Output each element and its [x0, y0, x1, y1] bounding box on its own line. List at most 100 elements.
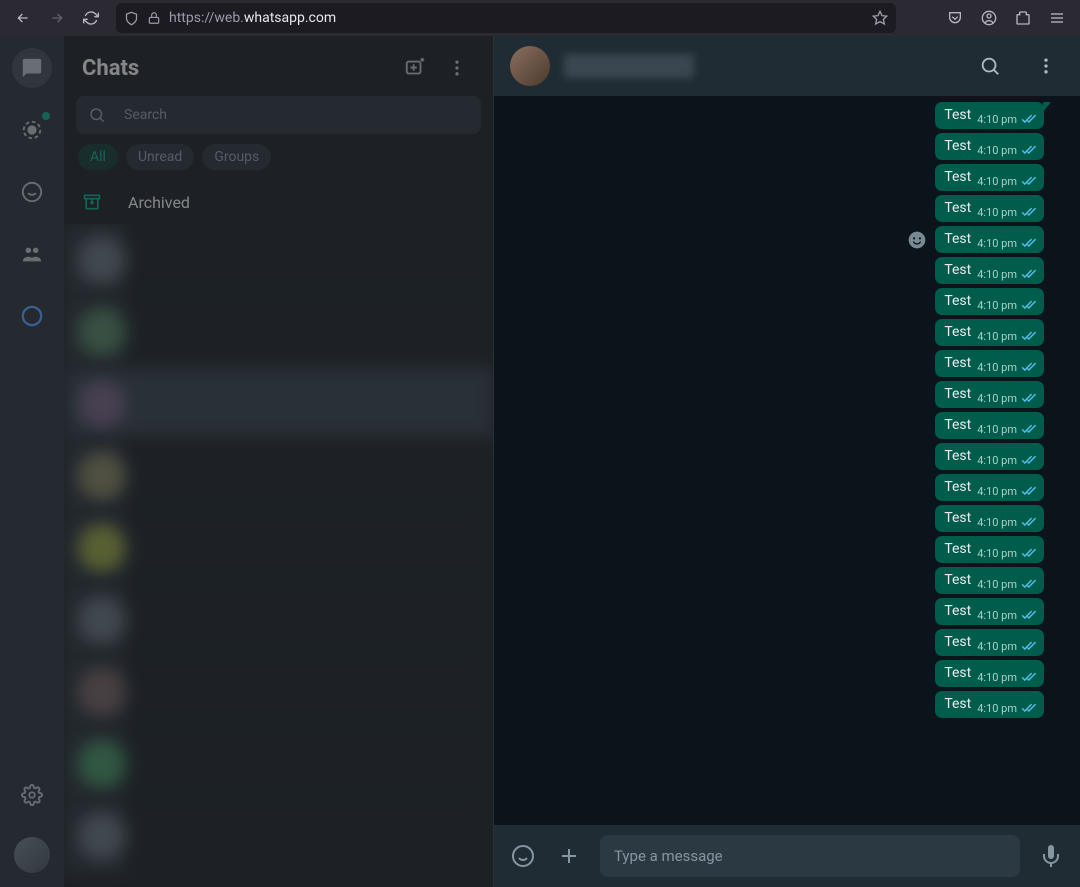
message-bubble[interactable]: Test4:10 pm	[935, 629, 1044, 656]
chat-list[interactable]	[64, 224, 493, 887]
new-chat-icon[interactable]	[397, 50, 433, 86]
read-ticks-icon	[1020, 486, 1036, 497]
pocket-icon[interactable]	[940, 3, 970, 33]
message-bubble[interactable]: Test4:10 pm	[935, 319, 1044, 346]
rail-communities-icon[interactable]	[12, 234, 52, 274]
archived-row[interactable]: Archived	[64, 180, 493, 224]
filter-all[interactable]: All	[78, 144, 118, 170]
chat-row[interactable]	[64, 584, 493, 656]
message-text: Test	[944, 262, 971, 278]
rail-channels-icon[interactable]	[12, 172, 52, 212]
chat-row[interactable]	[64, 296, 493, 368]
rail-chats-icon[interactable]	[12, 48, 52, 88]
message-bubble[interactable]: Test4:10 pm	[935, 257, 1044, 284]
message-row[interactable]: Test4:10 pm	[935, 195, 1044, 222]
emoji-picker-icon[interactable]	[508, 844, 538, 868]
contact-avatar[interactable]	[510, 46, 550, 86]
message-row[interactable]: Test4:10 pm	[935, 660, 1044, 687]
conversation-menu-icon[interactable]	[1028, 48, 1064, 84]
search-input[interactable]	[124, 107, 469, 123]
extensions-icon[interactable]	[1008, 3, 1038, 33]
message-bubble[interactable]: Test4:10 pm	[935, 567, 1044, 594]
message-bubble[interactable]: Test4:10 pm	[935, 505, 1044, 532]
message-row[interactable]: Test 4:10 pm	[935, 164, 1044, 191]
message-bubble[interactable]: Test4:10 pm	[935, 381, 1044, 408]
reload-button[interactable]	[76, 3, 106, 33]
message-row[interactable]: Test4:10 pm	[907, 226, 1044, 253]
message-text: Test	[944, 169, 971, 185]
chat-row[interactable]	[64, 728, 493, 800]
message-row[interactable]: Test4:10 pm	[935, 288, 1044, 315]
message-time: 4:10 pm	[977, 516, 1017, 529]
message-row[interactable]: Test4:10 pm	[935, 629, 1044, 656]
message-row[interactable]: Test4:10 pm	[935, 567, 1044, 594]
message-time: 4:10 pm	[977, 175, 1017, 188]
hamburger-menu-icon[interactable]	[1042, 3, 1072, 33]
rail-settings-icon[interactable]	[12, 775, 52, 815]
compose-input[interactable]	[614, 847, 1006, 865]
message-bubble[interactable]: Test4:10 pm	[935, 660, 1044, 687]
filter-unread[interactable]: Unread	[126, 144, 194, 170]
message-row[interactable]: Test4:10 pm	[935, 691, 1044, 718]
chat-row[interactable]	[64, 368, 493, 440]
compose-input-wrap[interactable]	[600, 835, 1020, 877]
message-bubble[interactable]: Test4:10 pm	[935, 691, 1044, 718]
message-row[interactable]: Test4:10 pm	[935, 102, 1044, 129]
conversation-panel: Test4:10 pmTest4:10 pmTest4:10 pmTest4:1…	[494, 36, 1080, 887]
message-time: 4:10 pm	[977, 423, 1017, 436]
rail-status-icon[interactable]	[12, 110, 52, 150]
message-row[interactable]: Test4:10 pm	[935, 536, 1044, 563]
search-in-chat-icon[interactable]	[972, 48, 1008, 84]
read-ticks-icon	[1020, 393, 1036, 404]
search-icon	[88, 106, 106, 124]
message-bubble[interactable]: Test4:10 pm	[935, 102, 1044, 129]
message-bubble[interactable]: Test4:10 pm	[935, 133, 1044, 160]
chat-row[interactable]	[64, 800, 493, 872]
read-ticks-icon	[1020, 641, 1036, 652]
message-row[interactable]: Test4:10 pm	[935, 381, 1044, 408]
message-bubble[interactable]: Test4:10 pm	[935, 536, 1044, 563]
message-bubble[interactable]: Test4:10 pm	[935, 474, 1044, 501]
forward-button[interactable]	[42, 3, 72, 33]
message-time: 4:10 pm	[977, 485, 1017, 498]
back-button[interactable]	[8, 3, 38, 33]
message-row[interactable]: Test4:10 pm	[935, 133, 1044, 160]
rail-meta-ai-icon[interactable]	[12, 296, 52, 336]
message-bubble[interactable]: Test4:10 pm	[935, 350, 1044, 377]
message-row[interactable]: Test4:10 pm	[935, 412, 1044, 439]
search-box[interactable]	[76, 96, 481, 134]
rail-profile-avatar[interactable]	[14, 837, 50, 873]
message-bubble[interactable]: Test4:10 pm	[935, 288, 1044, 315]
bookmark-star-icon[interactable]	[872, 10, 888, 26]
conversation-header[interactable]	[494, 36, 1080, 96]
archive-icon	[82, 192, 106, 212]
chat-row[interactable]	[64, 224, 493, 296]
chat-row[interactable]	[64, 440, 493, 512]
message-row[interactable]: Test4:10 pm	[935, 443, 1044, 470]
message-bubble[interactable]: Test4:10 pm	[935, 226, 1044, 253]
message-row[interactable]: Test4:10 pm	[935, 257, 1044, 284]
attach-icon[interactable]	[554, 844, 584, 868]
message-bubble[interactable]: Test4:10 pm	[935, 412, 1044, 439]
url-text: https://web.whatsapp.com	[169, 10, 336, 26]
chat-row[interactable]	[64, 512, 493, 584]
mic-icon[interactable]	[1036, 844, 1066, 868]
account-icon[interactable]	[974, 3, 1004, 33]
contact-name-redacted	[564, 54, 694, 78]
message-row[interactable]: Test4:10 pm	[935, 319, 1044, 346]
message-bubble[interactable]: Test 4:10 pm	[935, 164, 1044, 191]
message-list[interactable]: Test4:10 pmTest4:10 pmTest4:10 pmTest4:1…	[494, 96, 1080, 825]
message-text: Test	[944, 386, 971, 402]
message-row[interactable]: Test4:10 pm	[935, 598, 1044, 625]
message-bubble[interactable]: Test4:10 pm	[935, 443, 1044, 470]
message-bubble[interactable]: Test4:10 pm	[935, 195, 1044, 222]
message-row[interactable]: Test4:10 pm	[935, 474, 1044, 501]
chat-row[interactable]	[64, 656, 493, 728]
message-bubble[interactable]: Test4:10 pm	[935, 598, 1044, 625]
filter-groups[interactable]: Groups	[202, 144, 271, 170]
menu-dots-icon[interactable]	[439, 50, 475, 86]
react-icon[interactable]	[907, 230, 927, 250]
message-row[interactable]: Test4:10 pm	[935, 505, 1044, 532]
address-bar[interactable]: https://web.whatsapp.com	[116, 3, 896, 33]
message-row[interactable]: Test4:10 pm	[935, 350, 1044, 377]
